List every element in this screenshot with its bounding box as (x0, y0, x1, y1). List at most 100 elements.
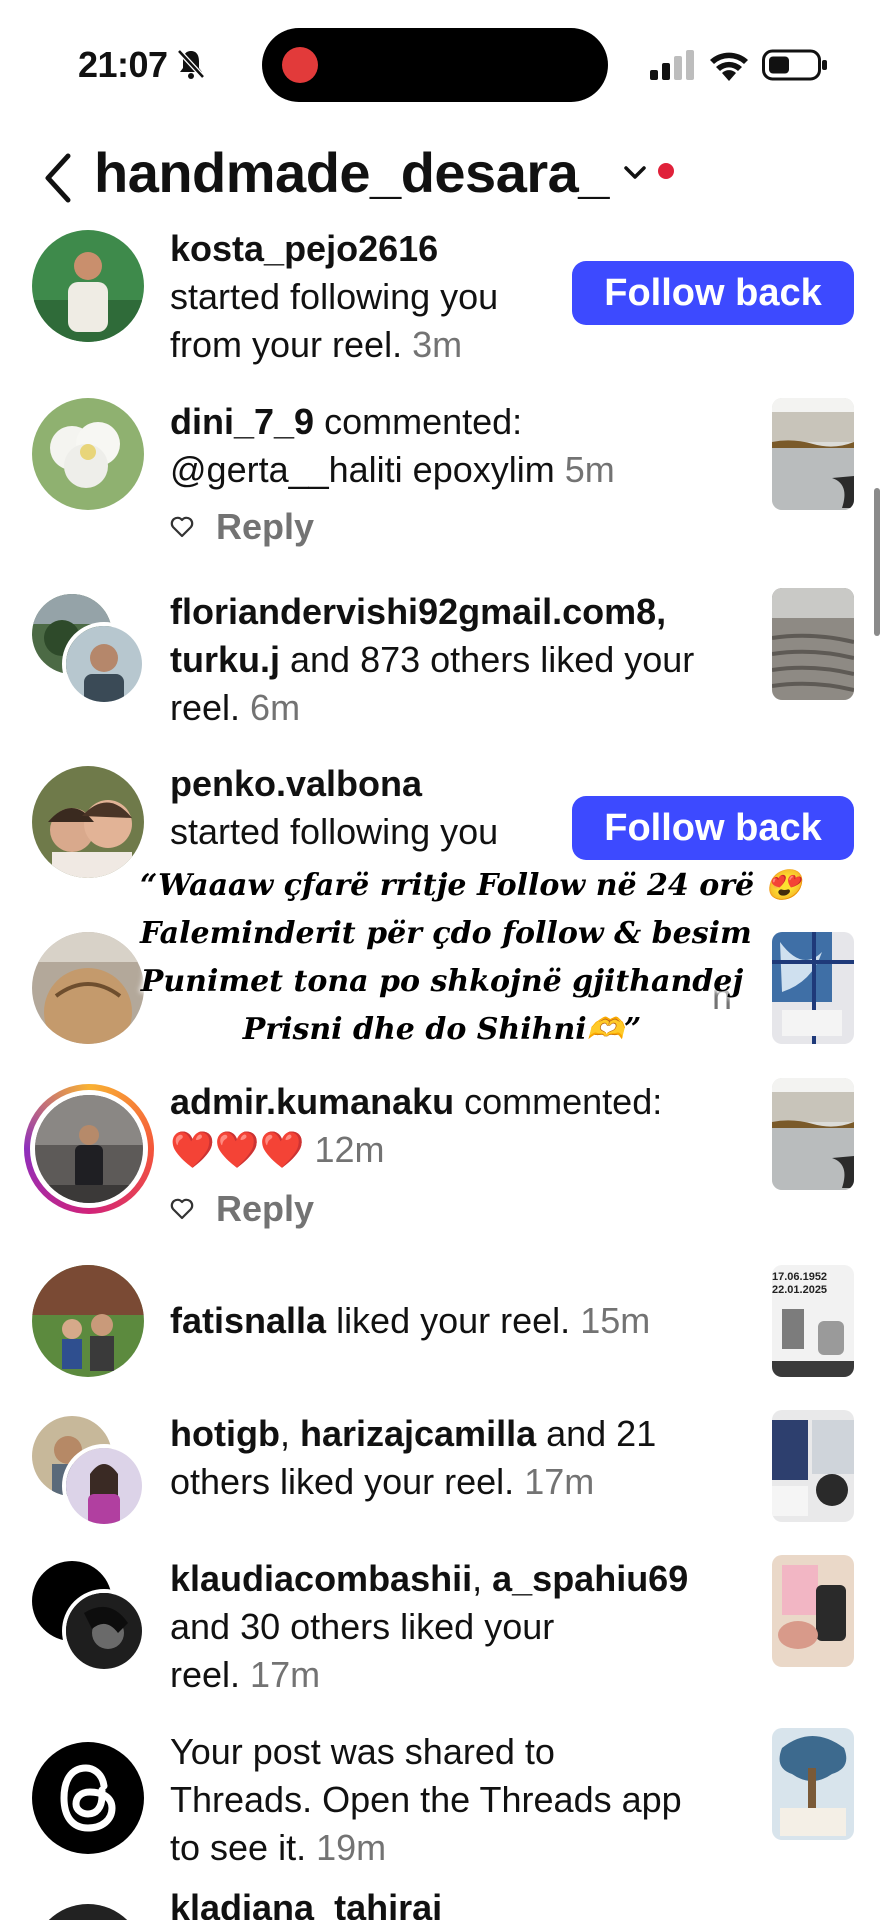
post-thumbnail[interactable] (772, 1728, 854, 1840)
timestamp: 19m (316, 1827, 387, 1868)
header: handmade_desara_ (0, 130, 884, 230)
post-thumbnail[interactable] (772, 588, 854, 700)
notification-text: fatisnalla liked your reel. 15m (170, 1297, 760, 1345)
post-thumbnail[interactable] (772, 932, 854, 1044)
caption-line: Faleminderit për çdo follow & besim (140, 916, 752, 951)
scrollbar[interactable] (874, 488, 880, 636)
username[interactable]: fatisnalla (170, 1300, 326, 1341)
timestamp: 3m (412, 324, 463, 365)
follow-back-button[interactable]: Follow back (572, 796, 854, 860)
timestamp: 17m (524, 1461, 595, 1502)
avatar[interactable] (62, 622, 146, 706)
notification-item[interactable]: admir.kumanaku commented: ❤️❤️❤️ 12m Rep… (0, 1078, 884, 1238)
caption-line: Prisni dhe do Shihni🫶” (242, 1012, 642, 1047)
post-thumbnail[interactable] (772, 1555, 854, 1667)
comment-text: ❤️❤️❤️ (170, 1129, 305, 1170)
post-thumbnail[interactable]: 17.06.1952 22.01.2025 (772, 1265, 854, 1377)
avatar[interactable] (62, 1589, 146, 1673)
notification-item[interactable]: dini_7_9 commented: @gerta__haliti epoxy… (0, 398, 884, 548)
notification-message: from your reel. (170, 324, 403, 365)
avatar[interactable] (32, 1904, 144, 1920)
chevron-down-icon[interactable] (622, 160, 648, 186)
username[interactable]: dini_7_9 (170, 401, 314, 442)
reply-row: Reply (170, 506, 314, 548)
notification-message: others liked your reel. (170, 1461, 515, 1502)
back-chevron-icon[interactable] (38, 150, 78, 206)
avatar[interactable] (32, 932, 144, 1044)
battery-icon (762, 49, 827, 81)
post-thumbnail[interactable] (772, 1410, 854, 1522)
timestamp: 6m (250, 687, 301, 728)
username[interactable]: kosta_pejo2616 (170, 228, 438, 269)
status-bar: 21:07 (0, 0, 884, 130)
username[interactable]: kladiana_tahiraj (170, 1890, 442, 1920)
username[interactable]: floriandervishi92gmail.com8, (170, 591, 666, 632)
separator: , (472, 1558, 493, 1599)
recording-indicator (282, 47, 318, 83)
notification-message: liked your reel. (326, 1300, 571, 1341)
caption-line: Punimet tona po shkojnë gjithandej (140, 964, 744, 999)
username[interactable]: harizajcamilla (300, 1413, 536, 1454)
reply-button[interactable]: Reply (216, 1188, 314, 1230)
avatar[interactable] (32, 766, 144, 878)
notification-item[interactable]: klaudiacombashii, a_spahiu69 and 30 othe… (0, 1555, 884, 1715)
separator: , (279, 1413, 300, 1454)
bell-slash-icon (177, 49, 205, 79)
timestamp: 5m (564, 449, 615, 490)
heart-outline-icon[interactable] (170, 516, 194, 538)
avatar[interactable] (62, 1444, 146, 1528)
notification-text: klaudiacombashii, a_spahiu69 and 30 othe… (170, 1555, 770, 1699)
post-thumbnail[interactable] (772, 398, 854, 510)
username[interactable]: turku.j (170, 639, 280, 680)
avatar[interactable] (32, 1265, 144, 1377)
notification-message: commented: (314, 401, 523, 442)
avatar[interactable] (32, 398, 144, 510)
timestamp: 17m (250, 1654, 321, 1695)
notification-message: to see it. (170, 1827, 307, 1868)
notification-message: reel. (170, 1654, 241, 1695)
reply-row: Reply (170, 1188, 314, 1230)
comment-text: @gerta__haliti epoxylim (170, 449, 555, 490)
username[interactable]: klaudiacombashii (170, 1558, 472, 1599)
caption-line: “Waaaw çfarë rritje Follow në 24 orë 😍 (140, 868, 802, 903)
notification-message: Your post was shared to (170, 1731, 555, 1772)
notification-message: commented: (454, 1081, 663, 1122)
notification-text: floriandervishi92gmail.com8, turku.j and… (170, 588, 770, 732)
notification-message: reel. (170, 687, 241, 728)
post-thumbnail[interactable] (772, 1078, 854, 1190)
avatar[interactable] (32, 230, 144, 342)
dynamic-island (262, 28, 608, 102)
notification-item[interactable]: kosta_pejo2616 started following you fro… (0, 225, 884, 375)
notification-item[interactable]: floriandervishi92gmail.com8, turku.j and… (0, 588, 884, 738)
username[interactable]: hotigb (170, 1413, 280, 1454)
reply-button[interactable]: Reply (216, 506, 314, 548)
username[interactable]: admir.kumanaku (170, 1081, 454, 1122)
notification-text: Your post was shared to Threads. Open th… (170, 1728, 760, 1872)
notification-item[interactable]: hotigb, harizajcamilla and 21 others lik… (0, 1410, 884, 1550)
notification-item[interactable]: kladiana_tahiraj (0, 1890, 884, 1920)
account-title[interactable]: handmade_desara_ (94, 140, 609, 205)
notification-message: Threads. Open the Threads app (170, 1779, 682, 1820)
username[interactable]: a_spahiu69 (492, 1558, 688, 1599)
timestamp: 12m (314, 1129, 385, 1170)
signal-icon (650, 50, 694, 80)
username[interactable]: penko.valbona (170, 763, 422, 804)
notification-dot (658, 163, 674, 179)
notification-message: and 873 others liked your (280, 639, 695, 680)
notification-item[interactable]: fatisnalla liked your reel. 15m 17.06.19… (0, 1265, 884, 1385)
timestamp: 15m (580, 1300, 651, 1341)
heart-outline-icon[interactable] (170, 1198, 194, 1220)
wifi-icon (710, 52, 748, 81)
notification-message: and 21 (536, 1413, 657, 1454)
notification-text: admir.kumanaku commented: ❤️❤️❤️ 12m (170, 1078, 760, 1174)
notification-item[interactable]: Your post was shared to Threads. Open th… (0, 1728, 884, 1888)
notification-message: and 30 others liked your (170, 1606, 555, 1647)
notification-text: kladiana_tahiraj (170, 1890, 760, 1920)
status-time: 21:07 (78, 44, 168, 85)
story-caption-overlay: “Waaaw çfarë rritje Follow në 24 orë 😍 F… (140, 862, 802, 1054)
story-ring[interactable] (24, 1084, 154, 1214)
notification-text: hotigb, harizajcamilla and 21 others lik… (170, 1410, 760, 1506)
threads-logo-icon[interactable] (32, 1742, 144, 1854)
notification-text: dini_7_9 commented: @gerta__haliti epoxy… (170, 398, 760, 494)
follow-back-button[interactable]: Follow back (572, 261, 854, 325)
